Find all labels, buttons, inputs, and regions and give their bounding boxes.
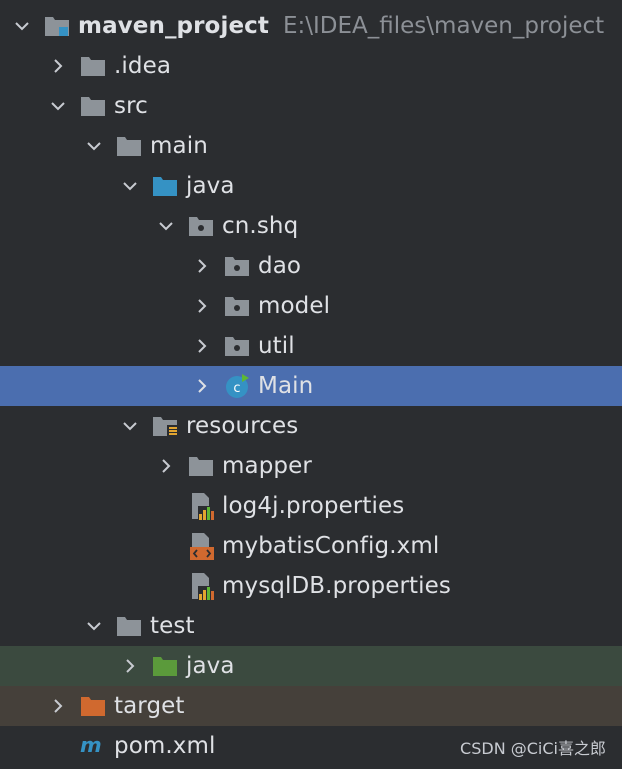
tree-row-idea[interactable]: .idea <box>0 46 622 86</box>
tree-label: target <box>114 693 185 719</box>
tree-row-main-class[interactable]: c Main <box>0 366 622 406</box>
tree-label: java <box>186 173 235 199</box>
folder-icon <box>80 95 106 117</box>
folder-icon <box>116 615 142 637</box>
tree-row-mapper[interactable]: mapper <box>0 446 622 486</box>
chevron-down-icon[interactable] <box>48 96 68 116</box>
folder-icon <box>188 455 214 477</box>
chevron-right-icon[interactable] <box>48 696 68 716</box>
chevron-right-icon[interactable] <box>156 456 176 476</box>
tree-label: mybatisConfig.xml <box>222 533 440 559</box>
tree-row-main[interactable]: main <box>0 126 622 166</box>
test-folder-icon <box>152 655 178 677</box>
source-folder-icon <box>152 175 178 197</box>
package-icon <box>188 215 214 237</box>
tree-row-java-source[interactable]: java <box>0 166 622 206</box>
tree-label: resources <box>186 413 299 439</box>
java-class-icon: c <box>224 374 250 398</box>
tree-row-dao[interactable]: dao <box>0 246 622 286</box>
chevron-down-icon[interactable] <box>120 416 140 436</box>
project-tree: maven_project E:\IDEA_files\maven_projec… <box>0 6 622 766</box>
tree-row-cn-shq[interactable]: cn.shq <box>0 206 622 246</box>
project-name: maven_project <box>78 13 269 39</box>
tree-label: pom.xml <box>114 733 216 759</box>
resources-folder-icon <box>152 415 178 437</box>
tree-row-test[interactable]: test <box>0 606 622 646</box>
folder-icon <box>116 135 142 157</box>
chevron-right-icon[interactable] <box>48 56 68 76</box>
chevron-right-icon[interactable] <box>192 296 212 316</box>
package-icon <box>224 335 250 357</box>
tree-label: test <box>150 613 195 639</box>
tree-row-java-test[interactable]: java <box>0 646 622 686</box>
module-folder-icon <box>44 15 70 37</box>
maven-icon: m <box>80 734 106 757</box>
chevron-down-icon[interactable] <box>12 16 32 36</box>
tree-row-util[interactable]: util <box>0 326 622 366</box>
properties-file-icon <box>188 493 214 520</box>
tree-row-model[interactable]: model <box>0 286 622 326</box>
tree-row-src[interactable]: src <box>0 86 622 126</box>
tree-row-log4j[interactable]: log4j.properties <box>0 486 622 526</box>
chevron-right-icon[interactable] <box>120 656 140 676</box>
tree-label: Main <box>258 373 314 399</box>
tree-label: util <box>258 333 295 359</box>
tree-label: java <box>186 653 235 679</box>
watermark: CSDN @CiCi喜之郎 <box>460 739 606 758</box>
chevron-right-icon[interactable] <box>192 336 212 356</box>
tree-label: cn.shq <box>222 213 299 239</box>
svg-text:c: c <box>233 381 240 396</box>
tree-label: mapper <box>222 453 312 479</box>
tree-row-mysqldb[interactable]: mysqlDB.properties <box>0 566 622 606</box>
package-icon <box>224 295 250 317</box>
chevron-down-icon[interactable] <box>120 176 140 196</box>
tree-label: .idea <box>114 53 172 79</box>
tree-label: dao <box>258 253 302 279</box>
tree-row-project[interactable]: maven_project E:\IDEA_files\maven_projec… <box>0 6 622 46</box>
chevron-down-icon[interactable] <box>156 216 176 236</box>
tree-label: main <box>150 133 208 159</box>
tree-label: model <box>258 293 331 319</box>
properties-file-icon <box>188 573 214 600</box>
chevron-right-icon[interactable] <box>192 256 212 276</box>
chevron-right-icon[interactable] <box>192 376 212 396</box>
tree-label: mysqlDB.properties <box>222 573 451 599</box>
tree-label: log4j.properties <box>222 493 405 519</box>
tree-row-resources[interactable]: resources <box>0 406 622 446</box>
project-path: E:\IDEA_files\maven_project <box>282 13 605 39</box>
tree-row-mybatis-config[interactable]: mybatisConfig.xml <box>0 526 622 566</box>
svg-text:m: m <box>80 734 102 757</box>
chevron-down-icon[interactable] <box>84 616 104 636</box>
tree-label: src <box>114 93 148 119</box>
folder-icon <box>80 55 106 77</box>
package-icon <box>224 255 250 277</box>
chevron-down-icon[interactable] <box>84 136 104 156</box>
tree-row-target[interactable]: target <box>0 686 622 726</box>
xml-file-icon <box>188 533 214 560</box>
excluded-folder-icon <box>80 695 106 717</box>
